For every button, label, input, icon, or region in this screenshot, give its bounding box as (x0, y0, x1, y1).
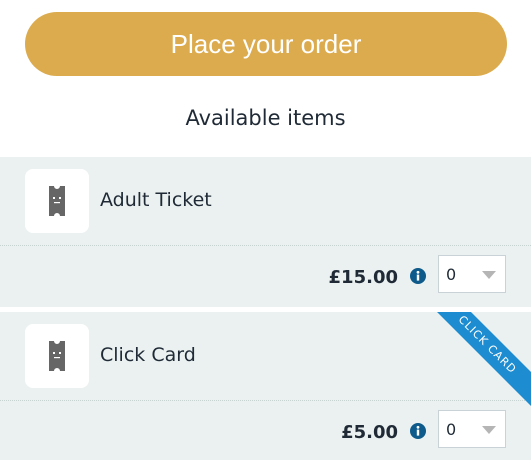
place-order-button[interactable]: Place your order (25, 12, 507, 76)
quantity-select[interactable]: 0 (438, 410, 506, 448)
ticket-icon (49, 186, 65, 216)
item-thumbnail (25, 324, 89, 388)
quantity-select[interactable]: 0 (438, 255, 506, 293)
item-card-click-card: CLICK CARD Click Card £5.00 0 (0, 312, 531, 460)
chevron-down-icon (482, 426, 496, 434)
item-name: Click Card (100, 344, 196, 366)
info-icon[interactable] (410, 423, 426, 439)
item-header: Adult Ticket (0, 157, 531, 245)
quantity-value: 0 (446, 419, 457, 439)
price-row: £15.00 0 (0, 246, 531, 306)
item-card-adult-ticket: Adult Ticket £15.00 0 (0, 157, 531, 307)
price-row: £5.00 0 (0, 401, 531, 460)
item-name: Adult Ticket (100, 189, 212, 211)
info-icon[interactable] (410, 268, 426, 284)
ticket-icon (49, 341, 65, 371)
quantity-value: 0 (446, 264, 457, 284)
section-title: Available items (185, 106, 346, 130)
item-thumbnail (25, 169, 89, 233)
item-price: £5.00 (341, 422, 398, 443)
chevron-down-icon (482, 271, 496, 279)
item-price: £15.00 (328, 267, 398, 288)
item-header: Click Card (0, 312, 531, 400)
